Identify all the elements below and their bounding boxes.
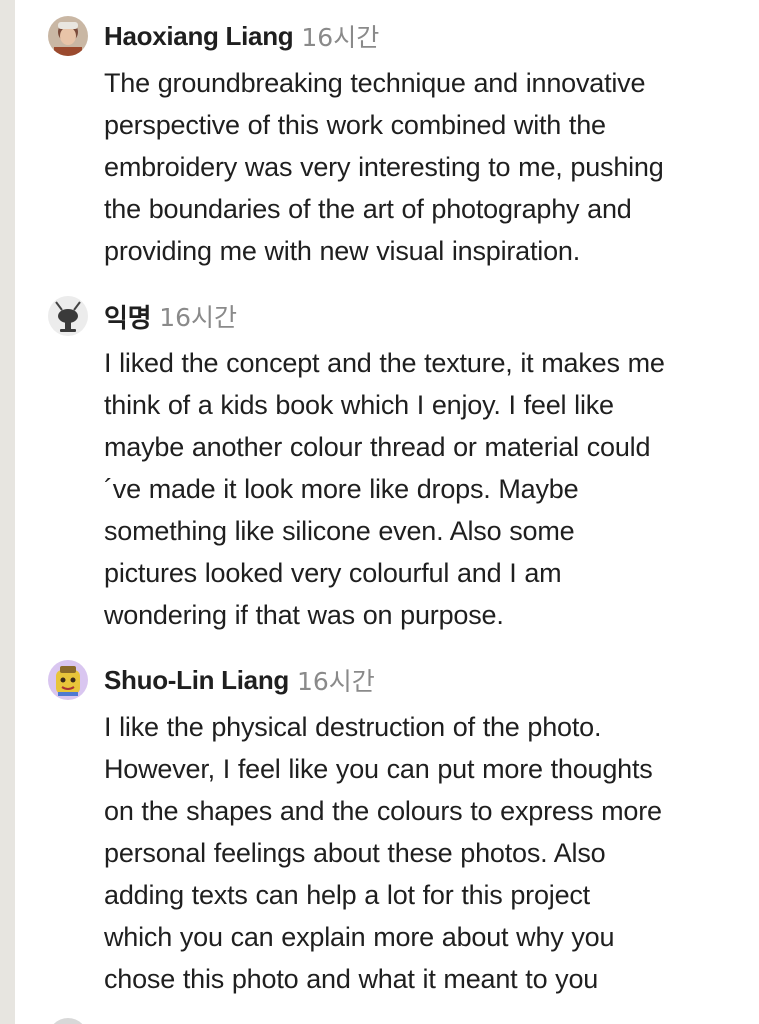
comment-author[interactable]: Shuo-Lin Liang	[104, 665, 289, 696]
cartoon-character-avatar-icon[interactable]	[48, 660, 88, 700]
comment-line: personal feelings about these photos. Al…	[104, 838, 606, 868]
comment-line: maybe another colour thread or material …	[104, 432, 651, 462]
comment-line: ´ve made it look more like drops. Maybe	[104, 474, 579, 504]
comment-header: Shuo-Lin Liang 16시간	[48, 660, 748, 700]
comment-header: Haoxiang Liang 16시간	[48, 16, 748, 56]
comment-time: 16시간	[297, 667, 375, 696]
comment-line: something like silicone even. Also some	[104, 516, 575, 546]
comment-header: 익명 16시간	[48, 296, 748, 336]
comment-body: I liked the concept and the texture, it …	[104, 342, 744, 636]
comment-line: I like the physical destruction of the p…	[104, 712, 602, 742]
comments-page: Haoxiang Liang 16시간 The groundbreaking t…	[0, 0, 759, 1024]
comment-line: embroidery was very interesting to me, p…	[104, 152, 664, 182]
anonymous-ant-avatar-icon[interactable]	[48, 296, 88, 336]
comment-line: I liked the concept and the texture, it …	[104, 348, 665, 378]
comment-line: pictures looked very colourful and I am	[104, 558, 562, 588]
comment-author[interactable]: Haoxiang Liang	[104, 21, 294, 52]
comment-body: The groundbreaking technique and innovat…	[104, 62, 744, 272]
comment-line: the boundaries of the art of photography…	[104, 194, 632, 224]
comment-item: 익명 16시간 I liked the concept and the text…	[48, 296, 748, 636]
comment-time: 16시간	[301, 23, 380, 52]
comment-line: on the shapes and the colours to express…	[104, 796, 662, 826]
comment-author[interactable]: 익명	[104, 298, 152, 335]
user-photo-avatar-icon[interactable]	[48, 16, 88, 56]
comment-body: I like the physical destruction of the p…	[104, 706, 744, 1000]
comment-item: Shuo-Lin Liang 16시간 I like the physical …	[48, 660, 748, 1000]
comment-line: However, I feel like you can put more th…	[104, 754, 653, 784]
comment-line: The groundbreaking technique and innovat…	[104, 68, 646, 98]
comment-line: providing me with new visual inspiration…	[104, 236, 581, 266]
comment-line: perspective of this work combined with t…	[104, 110, 606, 140]
next-comment-avatar-icon[interactable]	[48, 1018, 88, 1024]
comment-line: adding texts can help a lot for this pro…	[104, 880, 590, 910]
comment-line: wondering if that was on purpose.	[104, 600, 504, 630]
left-rail	[0, 0, 15, 1024]
comment-line: chose this photo and what it meant to yo…	[104, 964, 599, 994]
comment-line: which you can explain more about why you	[104, 922, 615, 952]
comment-time: 16시간	[159, 303, 238, 332]
comment-item: Haoxiang Liang 16시간 The groundbreaking t…	[48, 16, 748, 272]
comment-line: think of a kids book which I enjoy. I fe…	[104, 390, 614, 420]
